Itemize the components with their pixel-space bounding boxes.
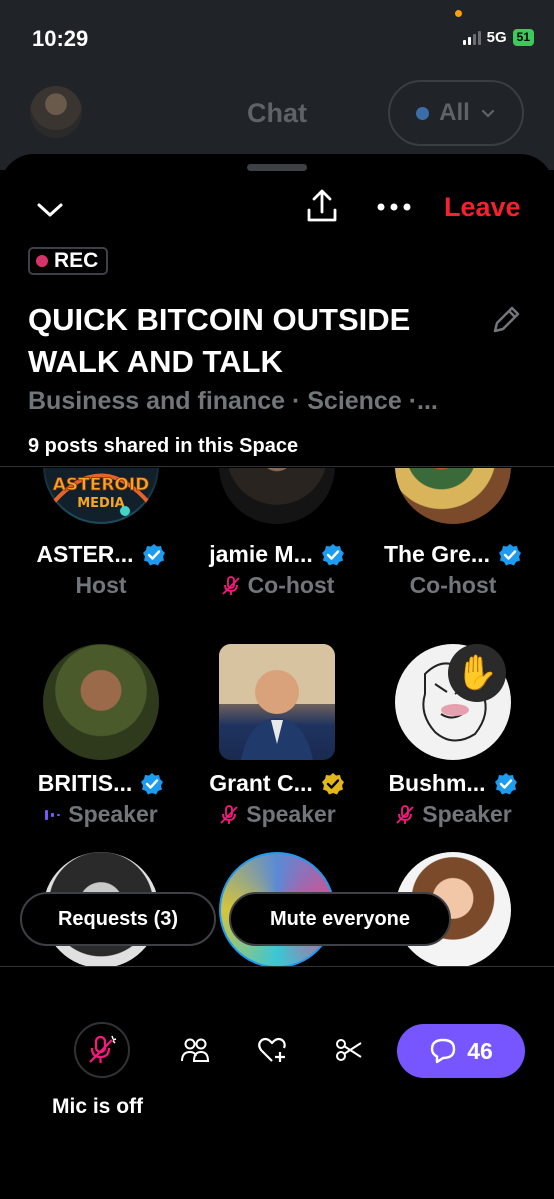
divider <box>0 466 554 467</box>
mic-off-icon <box>220 804 238 824</box>
sheet-grabber[interactable] <box>247 164 307 171</box>
status-time: 10:29 <box>32 26 89 51</box>
participant-role: Co-host <box>185 572 369 599</box>
participant-role: Speaker <box>9 801 193 828</box>
requests-button[interactable]: Requests (3) <box>20 892 216 946</box>
rec-badge: REC <box>28 247 109 275</box>
people-icon <box>181 1038 210 1062</box>
pencil-icon <box>493 306 520 333</box>
svg-text:ASTEROID: ASTEROID <box>53 475 150 495</box>
participant-role-text: Speaker <box>422 801 512 827</box>
participant-card[interactable]: Grant C... Speaker <box>185 644 369 844</box>
divider <box>0 966 554 967</box>
participant-role: Speaker <box>185 801 369 828</box>
participant-name-text: Grant C... <box>209 770 313 796</box>
participant-name-text: ASTER... <box>36 541 134 567</box>
filter-label: All <box>439 99 470 126</box>
status-indicators: 5G 51 <box>462 29 534 46</box>
participant-role: Host <box>9 572 193 599</box>
participant-card[interactable]: ASTEROID MEDIA ASTER... Host <box>9 468 193 628</box>
raised-hand-icon: ✋ <box>448 644 506 702</box>
scissors-icon <box>336 1039 362 1061</box>
verified-badge-gold-icon <box>321 772 344 794</box>
space-topics[interactable]: Business and finance · Science ·... <box>28 387 528 416</box>
comment-icon <box>431 1038 456 1064</box>
participant-name: ASTER... <box>9 541 193 568</box>
more-icon <box>377 203 411 211</box>
posts-shared-link[interactable]: 9 posts shared in this Space <box>28 435 298 458</box>
participant-name: Grant C... <box>185 770 369 797</box>
participant-card[interactable]: jamie M... Co-host <box>185 468 369 628</box>
space-title: QUICK BITCOIN OUTSIDE WALK AND TALK <box>28 302 411 379</box>
privacy-indicator <box>455 10 462 17</box>
participant-card[interactable]: The Gre... Co-host <box>361 468 545 628</box>
chevron-down-icon <box>37 203 63 217</box>
participant-role-text: Speaker <box>246 801 336 827</box>
participant-name-text: Bushm... <box>388 770 486 796</box>
filter-dot <box>416 106 430 120</box>
chevron-down-icon <box>481 109 494 118</box>
mic-off-icon <box>396 804 414 824</box>
avatar-portrait <box>219 644 335 760</box>
mic-off-icon <box>89 1035 117 1063</box>
heart-plus-icon <box>258 1037 286 1062</box>
comments-button[interactable]: 46 <box>397 1024 525 1078</box>
participant-name-text: jamie M... <box>209 541 313 567</box>
participant-name: BRITIS... <box>9 770 193 797</box>
rec-label: REC <box>54 249 99 272</box>
participant-role: Co-host <box>361 572 545 599</box>
filter-dropdown[interactable]: All <box>388 80 524 146</box>
reaction-button[interactable] <box>256 1034 288 1066</box>
participant-name: jamie M... <box>185 541 369 568</box>
participant-name: The Gre... <box>361 541 545 568</box>
verified-badge-icon <box>499 543 522 565</box>
avatar: ASTEROID MEDIA <box>43 468 159 524</box>
people-button[interactable] <box>179 1034 211 1066</box>
participant-name-text: BRITIS... <box>37 770 133 796</box>
comments-count: 46 <box>467 1037 493 1064</box>
mic-status-label: Mic is off <box>52 1095 144 1118</box>
mic-toggle-button[interactable] <box>74 1022 130 1078</box>
clip-button[interactable] <box>333 1034 365 1066</box>
avatar <box>219 468 335 524</box>
mic-off-icon <box>221 575 240 595</box>
participant-role-text: Host <box>75 572 127 598</box>
more-button[interactable] <box>372 192 416 222</box>
participant-role-text: Co-host <box>409 572 497 598</box>
signal-icon <box>462 30 481 45</box>
avatar <box>395 468 511 524</box>
participant-name-text: The Gre... <box>383 541 491 567</box>
participant-role-text: Co-host <box>247 572 335 598</box>
avatar <box>43 644 159 760</box>
share-button[interactable] <box>302 186 342 226</box>
space-sheet: Leave REC QUICK BITCOIN OUTSIDE WALK AND… <box>0 154 554 1199</box>
asteroid-media-logo: ASTEROID MEDIA <box>45 468 157 522</box>
edit-title-button[interactable] <box>488 302 524 338</box>
verified-badge-icon <box>321 543 344 565</box>
participant-card[interactable]: BRITIS... Speaker <box>9 644 193 844</box>
mute-everyone-button[interactable]: Mute everyone <box>229 892 451 946</box>
svg-text:MEDIA: MEDIA <box>77 496 125 511</box>
battery-indicator: 51 <box>512 29 534 46</box>
rec-dot <box>36 255 48 267</box>
participant-name: Bushm... <box>361 770 545 797</box>
leave-button[interactable]: Leave <box>444 192 521 223</box>
status-bar: 10:29 5G 51 <box>0 0 554 80</box>
share-icon <box>307 189 337 222</box>
network-label: 5G <box>486 29 507 46</box>
collapse-button[interactable] <box>30 194 70 226</box>
verified-badge-icon <box>494 772 517 794</box>
avatar <box>219 644 335 760</box>
verified-badge-icon <box>142 543 165 565</box>
participant-role-text: Speaker <box>68 801 158 827</box>
participant-card[interactable]: ✋ Bushm... Speaker <box>361 644 545 844</box>
verified-badge-icon <box>141 772 164 794</box>
speaking-icon <box>45 809 61 820</box>
participant-role: Speaker <box>361 801 545 828</box>
